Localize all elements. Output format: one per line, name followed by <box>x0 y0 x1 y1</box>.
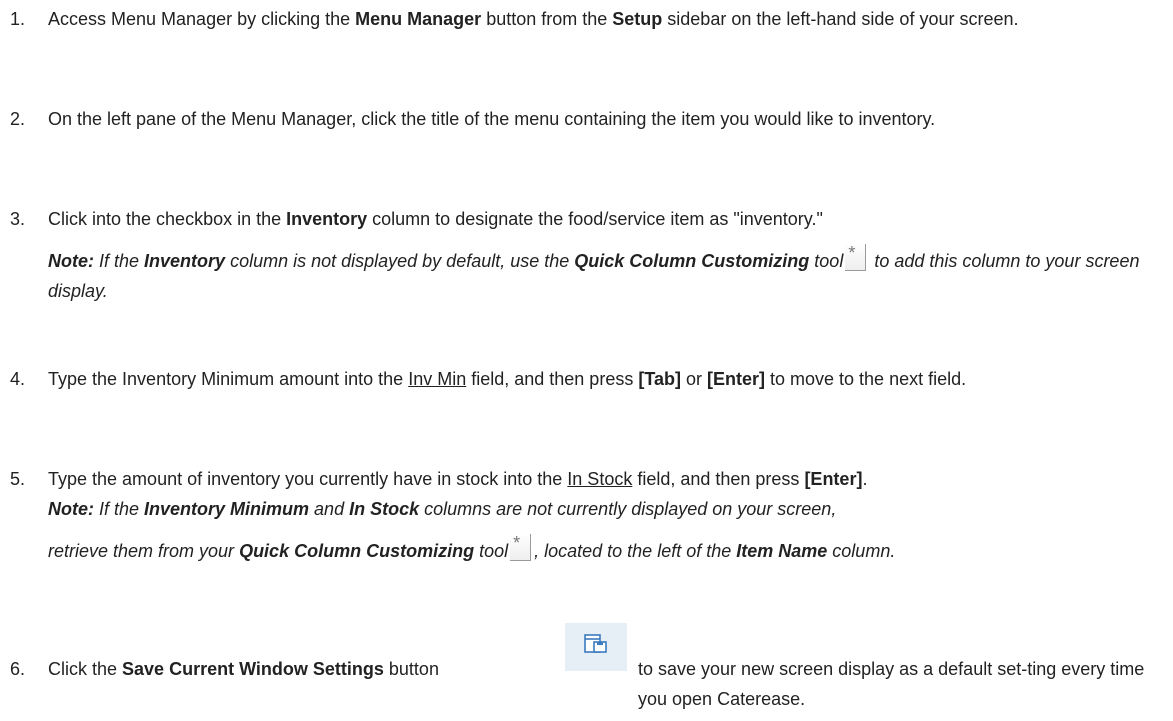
step-number: 2. <box>10 109 26 129</box>
step-text: Access Menu Manager by clicking the Menu… <box>48 9 1019 29</box>
step-5-note: Note: If the Inventory Minimum and In St… <box>48 499 837 519</box>
note-label: Note: <box>48 499 94 519</box>
window-save-icon <box>584 634 607 653</box>
step-1: 1. Access Menu Manager by clicking the M… <box>10 4 1160 34</box>
save-window-settings-icon <box>565 623 627 671</box>
step-3: 3. Click into the checkbox in the Invent… <box>10 204 1160 234</box>
save-settings-term: Save Current Window Settings <box>122 659 384 679</box>
step-6-continued: to save your new screen display as a def… <box>638 659 1145 709</box>
step-5-note-continued: retrieve them from your Quick Column Cus… <box>48 533 896 561</box>
in-stock-field-name: In Stock <box>567 469 633 489</box>
step-number: 6. <box>10 659 26 679</box>
setup-term: Setup <box>612 9 663 29</box>
step-text: Type the Inventory Minimum amount into t… <box>48 369 967 389</box>
step-text: Type the amount of inventory you current… <box>48 469 868 489</box>
step-number: 4. <box>10 369 26 389</box>
step-text: On the left pane of the Menu Manager, cl… <box>48 109 936 129</box>
step-text: Click into the checkbox in the Inventory… <box>48 209 823 229</box>
enter-key: [Enter] <box>707 369 765 389</box>
step-number: 1. <box>10 9 26 29</box>
tab-key: [Tab] <box>638 369 681 389</box>
step-5: 5. Type the amount of inventory you curr… <box>10 464 1160 494</box>
step-4: 4. Type the Inventory Minimum amount int… <box>10 364 1160 394</box>
step-2: 2. On the left pane of the Menu Manager,… <box>10 104 1160 134</box>
quick-column-customizing-icon: * <box>510 533 532 561</box>
inv-min-field-name: Inv Min <box>408 369 467 389</box>
step-number: 5. <box>10 469 26 489</box>
inventory-term: Inventory <box>286 209 368 229</box>
step-3-note: Note: If the Inventory column is not dis… <box>48 243 1140 301</box>
step-number: 3. <box>10 209 26 229</box>
enter-key: [Enter] <box>804 469 863 489</box>
menu-manager-term: Menu Manager <box>355 9 482 29</box>
note-label: Note: <box>48 251 94 271</box>
quick-column-customizing-icon: * <box>845 243 867 271</box>
